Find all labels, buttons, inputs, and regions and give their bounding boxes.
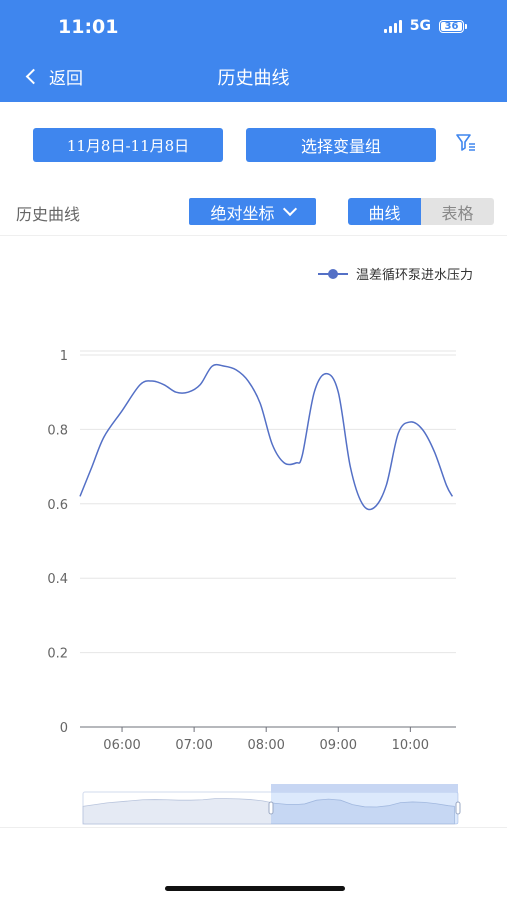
- y-tick-label: 0: [60, 721, 68, 736]
- data-point: [103, 436, 105, 438]
- y-tick-label: 0.2: [47, 647, 68, 662]
- select-variable-group-button[interactable]: 选择变量组: [246, 128, 436, 162]
- zoom-handle[interactable]: [268, 801, 274, 815]
- app-header: 11:01 5G 36 返回 历史曲线: [0, 0, 507, 102]
- date-range-button[interactable]: 11月8日-11月8日: [33, 128, 223, 162]
- y-tick-label: 0.8: [47, 423, 68, 438]
- x-tick-label: 08:00: [247, 738, 284, 753]
- data-point: [301, 455, 303, 457]
- network-label: 5G: [409, 18, 431, 34]
- y-tick-label: 0.4: [47, 572, 68, 587]
- data-point: [452, 496, 454, 498]
- data-point: [121, 410, 123, 412]
- y-tick-label: 1: [60, 349, 68, 364]
- coordinate-mode-select[interactable]: 绝对坐标: [189, 198, 316, 225]
- data-point: [247, 380, 249, 382]
- status-time: 11:01: [58, 16, 119, 38]
- data-point: [313, 391, 315, 393]
- divider: [0, 235, 507, 236]
- data-point: [374, 507, 376, 509]
- data-point: [271, 443, 273, 445]
- data-point: [349, 466, 351, 468]
- data-point: [283, 462, 285, 464]
- data-point: [398, 432, 400, 434]
- x-tick-label: 06:00: [103, 738, 140, 753]
- data-point: [446, 484, 448, 486]
- zoom-handle[interactable]: [455, 801, 461, 815]
- data-point: [187, 391, 189, 393]
- filter-icon[interactable]: [456, 133, 476, 153]
- status-indicators: 5G 36: [383, 18, 467, 34]
- series-line: [79, 363, 454, 511]
- line-chart: 温差循环泵进水压力 0 0.2 0.4 0.6 0.8 1 06:00 07:00 08:00 09…: [47, 268, 473, 825]
- signal-icon: [383, 19, 402, 33]
- x-tick-label: 10:00: [392, 738, 429, 753]
- data-point: [434, 451, 436, 453]
- data-point: [163, 384, 165, 386]
- coordinate-mode-value: 绝对坐标: [210, 203, 275, 223]
- chevron-down-icon: [282, 201, 297, 217]
- data-point: [337, 391, 339, 393]
- battery-level: 36: [441, 21, 462, 31]
- data-point: [410, 421, 412, 423]
- tab-curve[interactable]: 曲线: [348, 198, 421, 225]
- section-label: 历史曲线: [16, 205, 81, 224]
- y-tick-label: 0.6: [47, 498, 68, 513]
- x-tick-label: 07:00: [175, 738, 212, 753]
- data-point: [295, 462, 297, 464]
- data-point: [362, 503, 364, 505]
- data-point: [91, 466, 93, 468]
- x-tick-label: 09:00: [320, 738, 357, 753]
- battery-icon: 36: [439, 19, 467, 33]
- data-point: [223, 365, 225, 367]
- page-title: 历史曲线: [217, 68, 290, 89]
- legend-label: 温差循环泵进水压力: [356, 268, 473, 283]
- data-point: [151, 380, 153, 382]
- data-point: [235, 369, 237, 371]
- data-point: [325, 373, 327, 375]
- divider: [0, 827, 507, 828]
- view-toggle: 曲线 表格: [348, 198, 494, 225]
- home-indicator: [165, 886, 345, 891]
- data-point: [259, 403, 261, 405]
- data-point: [175, 391, 177, 393]
- data-point: [139, 384, 141, 386]
- zoom-move-handle: [271, 784, 458, 792]
- data-point: [79, 496, 81, 498]
- data-point: [211, 365, 213, 367]
- data-point: [422, 429, 424, 431]
- data-point: [386, 484, 388, 486]
- tab-table[interactable]: 表格: [421, 198, 494, 225]
- data-point: [199, 384, 201, 386]
- legend-marker: [328, 269, 338, 279]
